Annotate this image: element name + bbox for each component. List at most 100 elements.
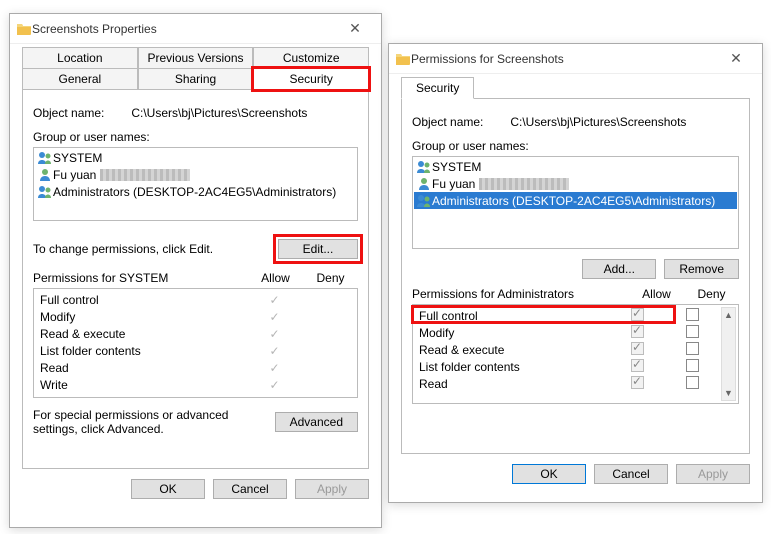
- permissions-for-label: Permissions for Administrators: [412, 287, 629, 301]
- properties-dialog: Screenshots Properties ✕ Location Previo…: [9, 13, 382, 528]
- list-item[interactable]: SYSTEM: [35, 149, 356, 166]
- list-item-label: Fu yuan: [432, 177, 475, 191]
- permission-label: Write: [38, 378, 247, 392]
- object-name-value: C:\Users\bj\Pictures\Screenshots: [131, 106, 307, 120]
- deny-checkbox[interactable]: [686, 359, 699, 372]
- allow-column-header: Allow: [248, 271, 303, 285]
- tab-content-security: Object name: C:\Users\bj\Pictures\Screen…: [22, 89, 369, 469]
- permission-row: Read ✓: [38, 359, 357, 376]
- titlebar: Permissions for Screenshots ✕: [389, 44, 762, 74]
- deny-checkbox[interactable]: [686, 376, 699, 389]
- permission-label: Read: [38, 361, 247, 375]
- scrollbar-down-icon[interactable]: ▼: [722, 386, 735, 400]
- permission-row: Read: [417, 375, 720, 392]
- permissions-for-label: Permissions for SYSTEM: [33, 271, 248, 285]
- scrollbar[interactable]: ▲▼: [721, 307, 736, 401]
- user-icon: [416, 176, 432, 192]
- tab-location[interactable]: Location: [22, 47, 138, 68]
- list-item-label: Administrators (DESKTOP-2AC4EG5\Administ…: [432, 194, 715, 208]
- apply-button[interactable]: Apply: [676, 464, 750, 484]
- allow-checkbox[interactable]: [631, 342, 644, 355]
- deny-column-header: Deny: [303, 271, 358, 285]
- permission-row: List folder contents ✓: [38, 342, 357, 359]
- tab-security-label: Security: [290, 72, 333, 86]
- cancel-button[interactable]: Cancel: [594, 464, 668, 484]
- ok-button[interactable]: OK: [512, 464, 586, 484]
- deny-checkbox[interactable]: [686, 342, 699, 355]
- allow-check-icon: ✓: [269, 378, 279, 392]
- list-item[interactable]: SYSTEM: [414, 158, 737, 175]
- close-button[interactable]: ✕: [335, 15, 375, 43]
- allow-check-icon: ✓: [269, 293, 279, 307]
- permissions-dialog: Permissions for Screenshots ✕ Security O…: [388, 43, 763, 503]
- deny-checkbox[interactable]: [686, 308, 699, 321]
- list-item[interactable]: Fu yuan: [35, 166, 356, 183]
- titlebar: Screenshots Properties ✕: [10, 14, 381, 44]
- add-button[interactable]: Add...: [582, 259, 656, 279]
- group-users-label: Group or user names:: [33, 130, 358, 144]
- group-users-list[interactable]: SYSTEM Fu yuan Administrators (DESKTOP-2…: [412, 156, 739, 249]
- list-item-label: SYSTEM: [53, 151, 102, 165]
- permission-row: Modify ✓: [38, 308, 357, 325]
- permission-label: Read & execute: [38, 327, 247, 341]
- allow-checkbox[interactable]: [631, 376, 644, 389]
- folder-icon: [16, 21, 32, 37]
- permission-row: List folder contents: [417, 358, 720, 375]
- allow-check-icon: ✓: [269, 327, 279, 341]
- object-name-label: Object name:: [412, 115, 507, 129]
- list-item-label: SYSTEM: [432, 160, 481, 174]
- object-name-value: C:\Users\bj\Pictures\Screenshots: [510, 115, 686, 129]
- list-item[interactable]: Fu yuan: [414, 175, 737, 192]
- permission-row: Modify: [417, 324, 720, 341]
- tab-customize[interactable]: Customize: [253, 47, 369, 68]
- permission-label: List folder contents: [417, 360, 610, 374]
- edit-button[interactable]: Edit...: [278, 239, 358, 259]
- apply-button[interactable]: Apply: [295, 479, 369, 499]
- allow-check-icon: ✓: [269, 361, 279, 375]
- tab-security[interactable]: Security: [401, 77, 474, 99]
- users-icon: [416, 159, 432, 175]
- allow-checkbox[interactable]: [631, 325, 644, 338]
- tabstrip: Location Previous Versions Customize Gen…: [22, 47, 369, 90]
- list-item[interactable]: Administrators (DESKTOP-2AC4EG5\Administ…: [35, 183, 356, 200]
- deny-checkbox[interactable]: [686, 325, 699, 338]
- window-title: Permissions for Screenshots: [411, 52, 716, 66]
- list-item[interactable]: Administrators (DESKTOP-2AC4EG5\Administ…: [414, 192, 737, 209]
- permission-label: Read & execute: [417, 343, 610, 357]
- ok-button[interactable]: OK: [131, 479, 205, 499]
- permissions-list[interactable]: Full control ✓ Modify ✓ Read & execute ✓ Li…: [33, 288, 358, 398]
- tab-previous-versions[interactable]: Previous Versions: [138, 47, 254, 68]
- users-icon: [37, 150, 53, 166]
- list-item-label: Administrators (DESKTOP-2AC4EG5\Administ…: [53, 185, 336, 199]
- user-icon: [37, 167, 53, 183]
- remove-button[interactable]: Remove: [664, 259, 739, 279]
- close-button[interactable]: ✕: [716, 45, 756, 73]
- permission-label: Modify: [417, 326, 610, 340]
- allow-checkbox[interactable]: [631, 359, 644, 372]
- advanced-hint: For special permissions or advanced sett…: [33, 408, 275, 436]
- permission-label: List folder contents: [38, 344, 247, 358]
- permission-label: Modify: [38, 310, 247, 324]
- users-icon: [416, 193, 432, 209]
- allow-check-icon: ✓: [269, 310, 279, 324]
- group-users-list[interactable]: SYSTEM Fu yuan Administrators (DESKTOP-2…: [33, 147, 358, 221]
- redacted-text: [479, 178, 569, 190]
- tab-security[interactable]: Security: [253, 68, 369, 90]
- permissions-list[interactable]: Full control Modify Read & execute List …: [412, 304, 739, 404]
- list-item-label: Fu yuan: [53, 168, 96, 182]
- permission-row: Read & execute ✓: [38, 325, 357, 342]
- allow-checkbox[interactable]: [631, 308, 644, 321]
- allow-column-header: Allow: [629, 287, 684, 301]
- advanced-button[interactable]: Advanced: [275, 412, 358, 432]
- change-permissions-hint: To change permissions, click Edit.: [33, 242, 278, 256]
- window-title: Screenshots Properties: [32, 22, 335, 36]
- group-users-label: Group or user names:: [412, 139, 739, 153]
- permission-label: Read: [417, 377, 610, 391]
- scrollbar-up-icon[interactable]: ▲: [722, 308, 735, 322]
- allow-check-icon: ✓: [269, 344, 279, 358]
- tab-general[interactable]: General: [22, 68, 138, 90]
- permission-label: Full control: [38, 293, 247, 307]
- cancel-button[interactable]: Cancel: [213, 479, 287, 499]
- tab-sharing[interactable]: Sharing: [138, 68, 254, 90]
- permission-row: Full control: [417, 307, 720, 324]
